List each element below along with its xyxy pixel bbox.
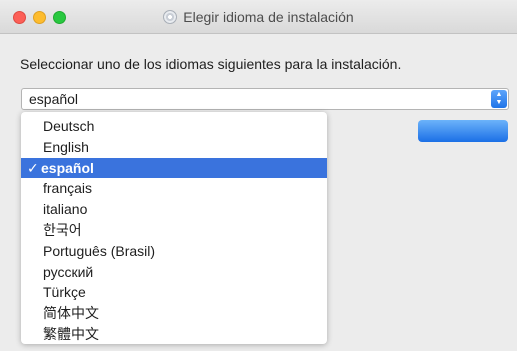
language-option-korean[interactable]: 한국어 bbox=[21, 220, 327, 241]
checkmark-icon: ✓ bbox=[27, 159, 39, 176]
chevron-up-down-icon[interactable]: ▲ ▼ bbox=[491, 90, 507, 108]
window-title-group: Elegir idioma de instalación bbox=[0, 0, 517, 34]
title-bar[interactable]: Elegir idioma de instalación bbox=[0, 0, 517, 34]
language-option-italiano[interactable]: italiano bbox=[21, 199, 327, 220]
language-dropdown-menu: Deutsch English ✓ español français italia… bbox=[21, 112, 327, 344]
language-select-value: español bbox=[29, 91, 79, 107]
language-prompt: Seleccionar uno de los idiomas siguiente… bbox=[20, 56, 402, 72]
language-option-deutsch[interactable]: Deutsch bbox=[21, 116, 327, 137]
language-option-espanol[interactable]: ✓ español bbox=[21, 157, 327, 179]
default-button-partially-hidden[interactable] bbox=[418, 120, 508, 142]
language-select[interactable]: español ▲ ▼ bbox=[21, 88, 509, 110]
installer-disc-icon bbox=[163, 10, 178, 24]
language-option-francais[interactable]: français bbox=[21, 178, 327, 199]
installer-window: Elegir idioma de instalación Seleccionar… bbox=[0, 0, 517, 351]
language-option-traditional-chinese[interactable]: 繁體中文 bbox=[21, 324, 327, 345]
language-option-portugues-brasil[interactable]: Português (Brasil) bbox=[21, 241, 327, 262]
language-option-english[interactable]: English bbox=[21, 137, 327, 158]
language-option-turkish[interactable]: Türkçe bbox=[21, 282, 327, 303]
language-option-simplified-chinese[interactable]: 简体中文 bbox=[21, 303, 327, 324]
window-title: Elegir idioma de instalación bbox=[183, 9, 354, 25]
language-option-russian[interactable]: русский bbox=[21, 262, 327, 283]
